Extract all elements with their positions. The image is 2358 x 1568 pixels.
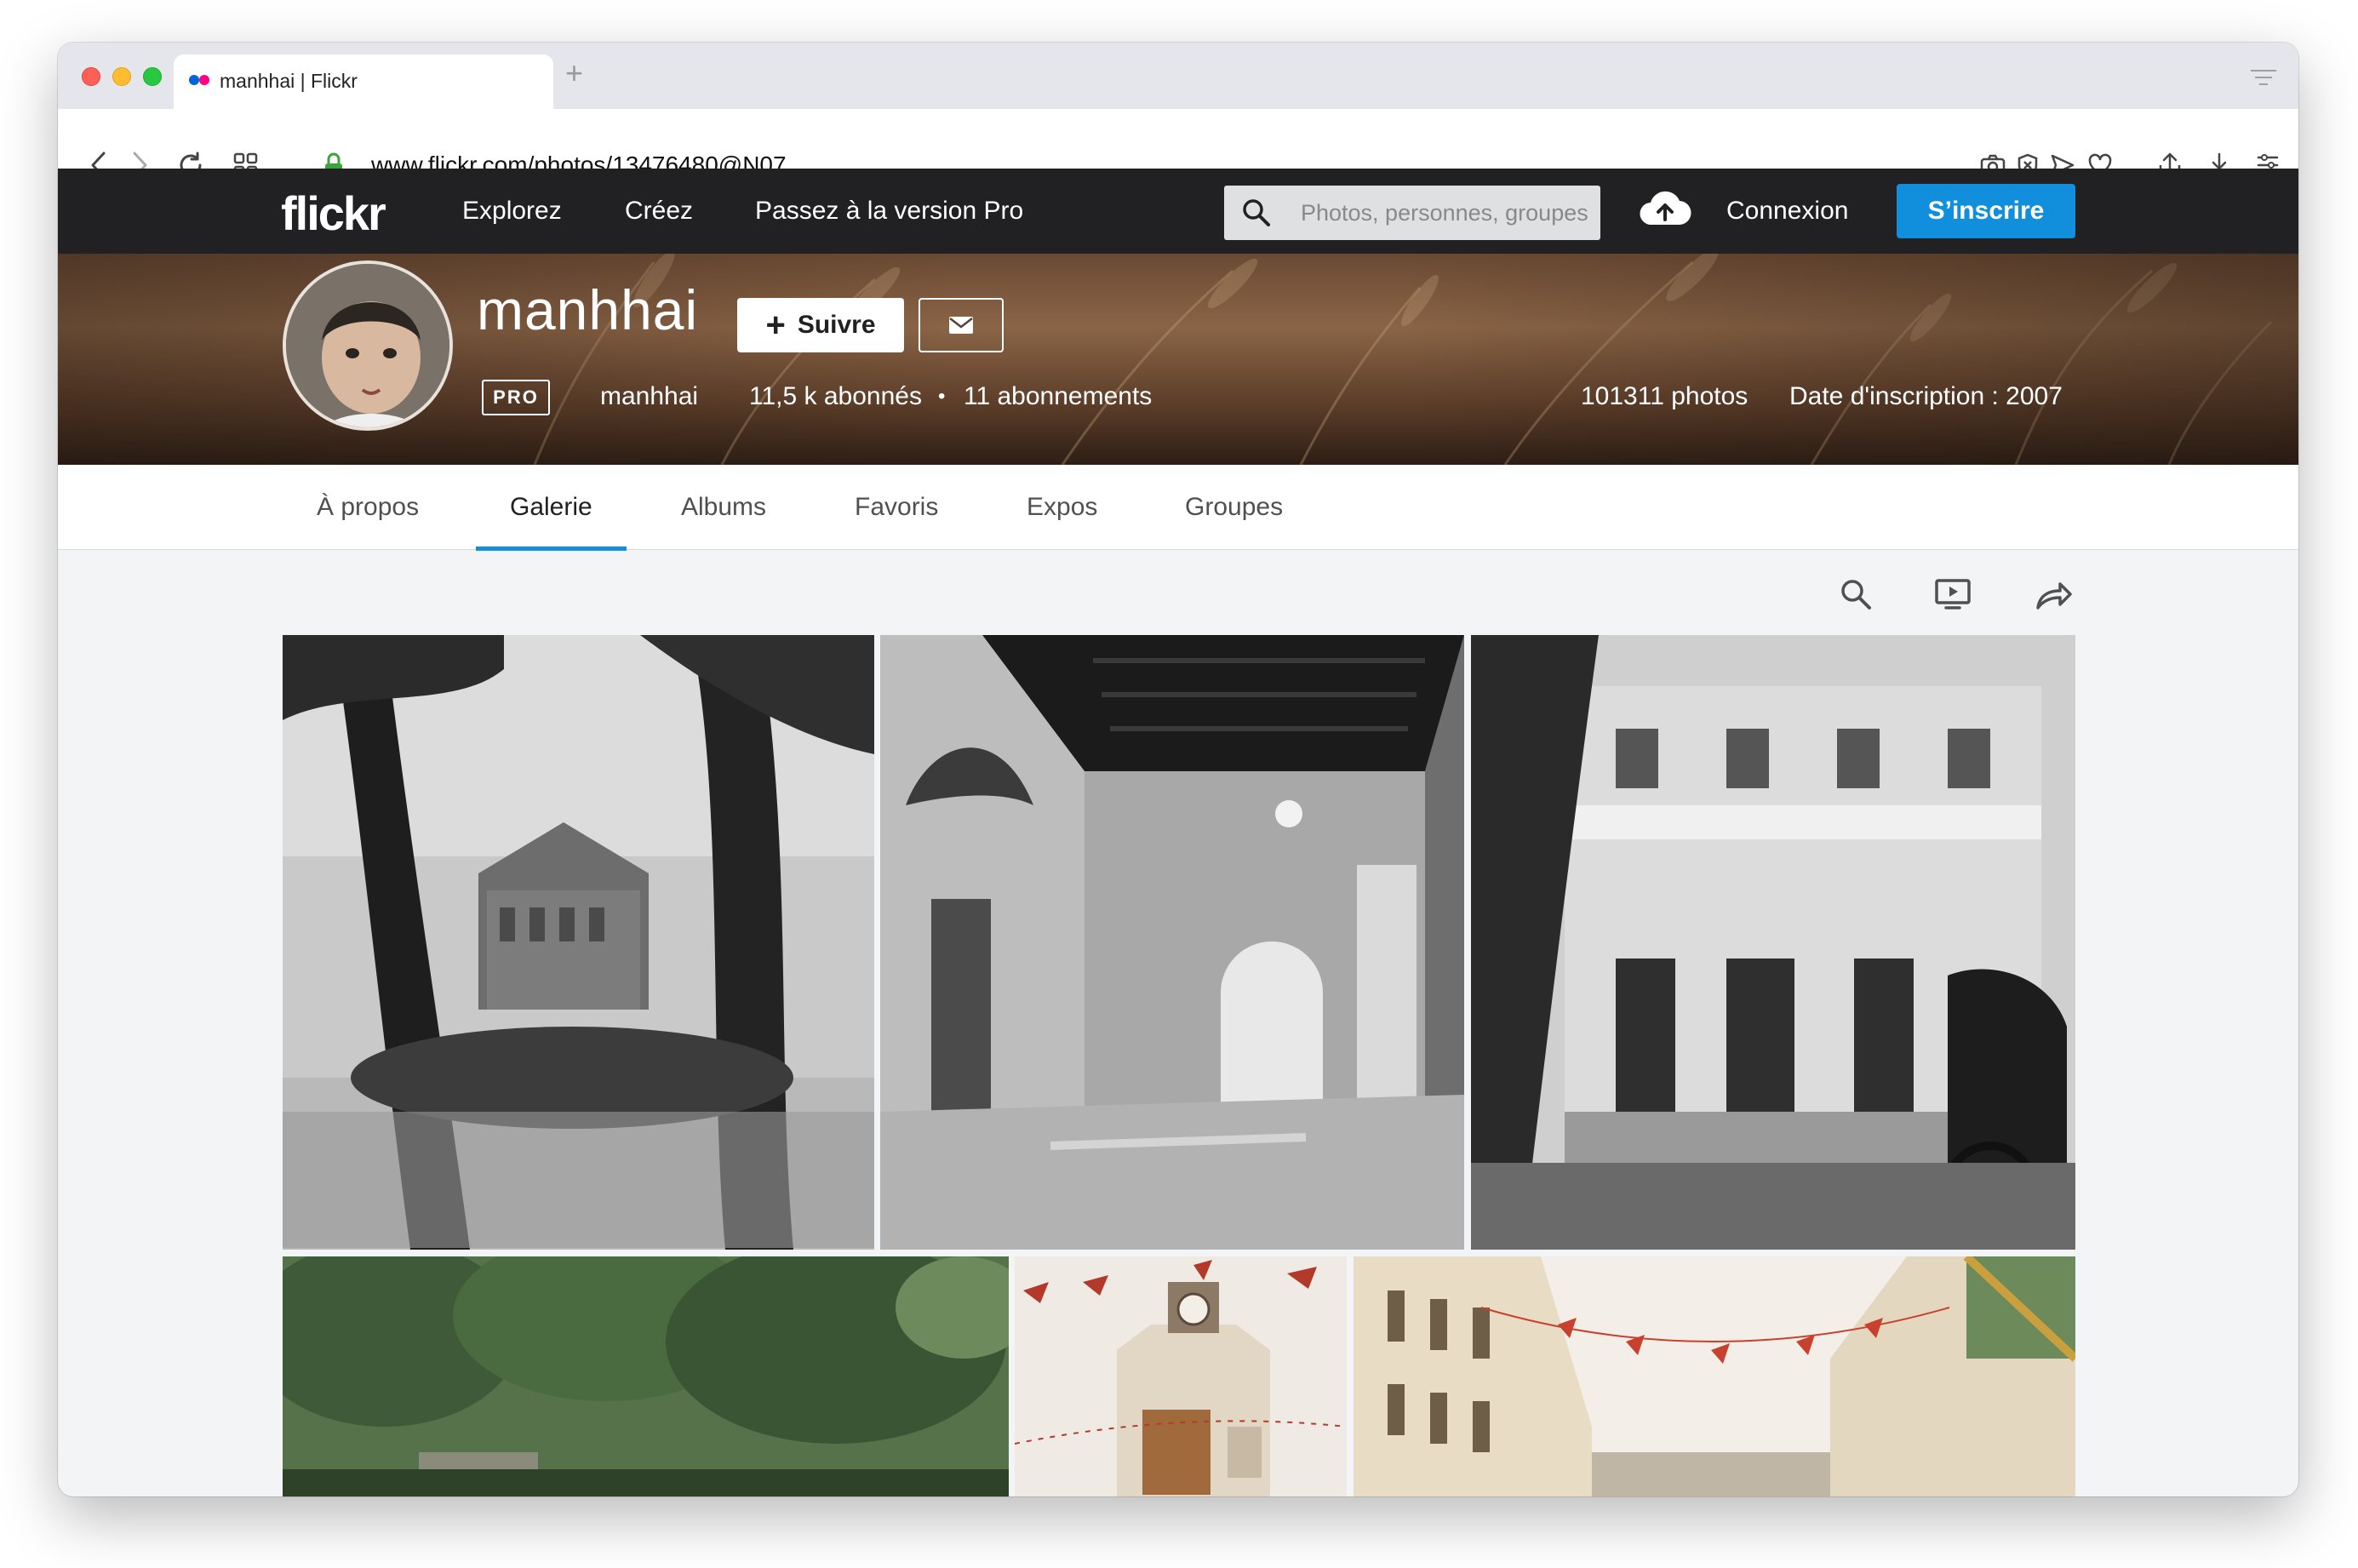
avatar[interactable] (283, 260, 453, 431)
nav-explore[interactable]: Explorez (462, 197, 562, 226)
gallery-photo[interactable] (283, 635, 874, 1250)
pro-badge: PRO (482, 380, 550, 415)
profile-subnav: À propos Galerie Albums Favoris Expos Gr… (58, 465, 2298, 551)
gallery-photo[interactable] (1354, 1256, 2075, 1496)
nav-create[interactable]: Créez (625, 197, 693, 226)
gallery-photo[interactable] (880, 635, 1464, 1250)
search-icon[interactable] (1241, 197, 1272, 228)
gallery-photo[interactable] (283, 1256, 1009, 1496)
zoom-window-button[interactable] (143, 67, 162, 86)
upload-cloud-icon[interactable] (1638, 187, 1692, 228)
mail-icon (949, 317, 973, 334)
tab-gallery[interactable]: Galerie (476, 465, 627, 551)
flickr-favicon-icon (189, 75, 209, 87)
tab-title: manhhai | Flickr (220, 70, 358, 92)
signup-button[interactable]: S’inscrire (1897, 184, 2075, 238)
profile-username: manhhai (600, 382, 699, 410)
search-input[interactable] (1301, 196, 1590, 230)
tab-galleries[interactable]: Expos (1027, 465, 1097, 550)
join-date: Date d'inscription : 2007 (1789, 382, 2063, 410)
tab-groups[interactable]: Groupes (1185, 465, 1283, 550)
profile-display-name: manhhai (477, 278, 699, 341)
follow-label: Suivre (797, 311, 876, 339)
gallery-search-icon[interactable] (1839, 577, 1873, 611)
slideshow-icon[interactable] (1934, 577, 1972, 611)
plus-icon: + (765, 306, 786, 344)
profile-cover: manhhai + Suivre PRO manhhai 11,5 k abon… (58, 254, 2298, 465)
new-tab-button[interactable]: + (565, 58, 583, 89)
share-arrow-icon[interactable] (2035, 577, 2074, 611)
followers-count[interactable]: 11,5 k abonnés (749, 382, 922, 411)
flickr-logo[interactable]: flickr (281, 186, 386, 241)
message-button[interactable] (919, 298, 1004, 352)
gallery-photo[interactable] (1471, 635, 2075, 1250)
search-box[interactable] (1224, 186, 1600, 240)
gallery-photo[interactable] (1015, 1256, 1347, 1496)
following-count[interactable]: 11 abonnements (964, 382, 1152, 411)
tab-overview-icon[interactable] (2251, 68, 2276, 89)
photo-count: 101311 photos (1581, 382, 1748, 410)
tab-albums[interactable]: Albums (681, 465, 766, 550)
tab-favorites[interactable]: Favoris (855, 465, 938, 550)
browser-window: manhhai | Flickr + www.flickr.com/photos… (58, 43, 2298, 1496)
login-link[interactable]: Connexion (1726, 197, 1848, 226)
close-window-button[interactable] (82, 67, 100, 86)
nav-upgrade-pro[interactable]: Passez à la version Pro (755, 197, 1023, 226)
tab-bar: manhhai | Flickr + (58, 43, 2298, 109)
site-header: flickr Explorez Créez Passez à la versio… (58, 169, 2298, 254)
browser-tab[interactable]: manhhai | Flickr (174, 54, 553, 109)
tab-about[interactable]: À propos (317, 465, 419, 550)
meta-separator: • (938, 385, 946, 408)
follow-button[interactable]: + Suivre (737, 298, 904, 352)
minimize-window-button[interactable] (112, 67, 131, 86)
